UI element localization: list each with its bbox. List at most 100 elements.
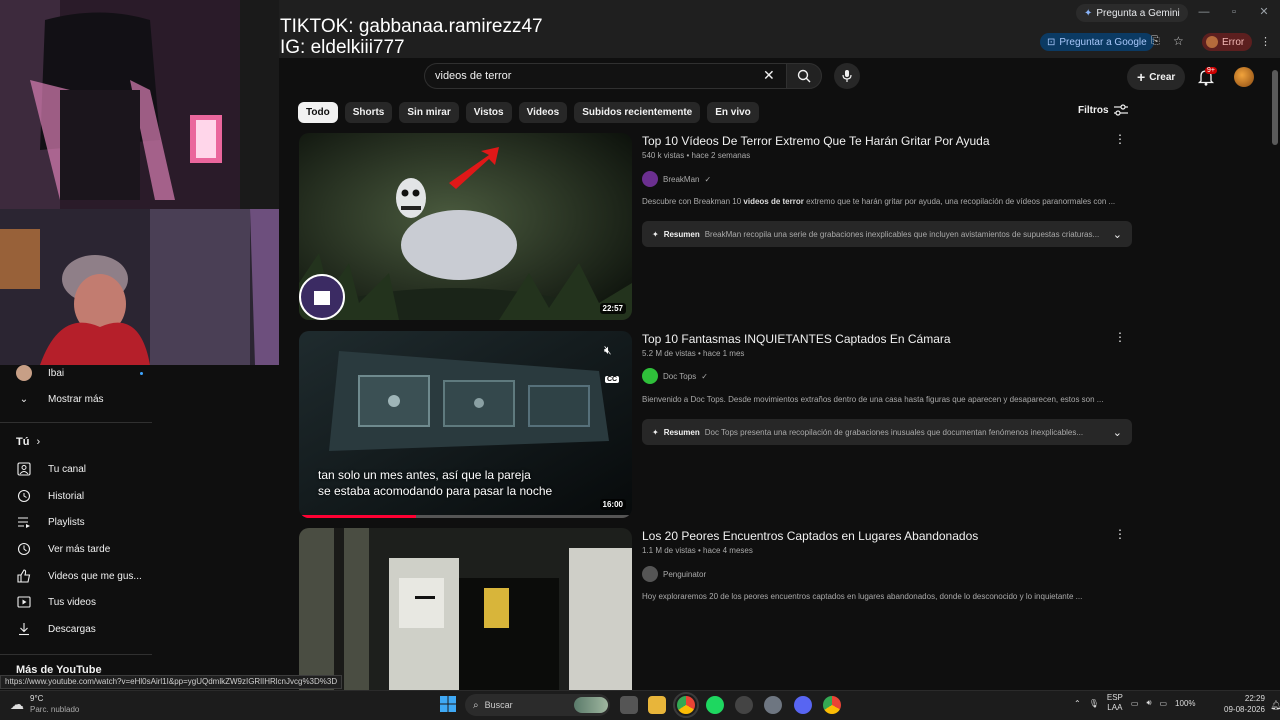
tray-overflow-icon[interactable]: ⌃ bbox=[1074, 699, 1081, 708]
chrome-menu-icon[interactable]: ⋮ bbox=[1260, 35, 1271, 48]
summary-text: BreakMan recopila una serie de grabacion… bbox=[704, 229, 1100, 239]
sidebar-item-ibai[interactable]: Ibai bbox=[16, 362, 144, 384]
chip-videos[interactable]: Videos bbox=[518, 102, 568, 123]
sidebar-you-heading[interactable]: Tú › bbox=[16, 436, 40, 448]
notifications-tray-icon[interactable]: 🔔︎ bbox=[1270, 700, 1280, 711]
filters-button[interactable]: Filtros bbox=[1078, 104, 1128, 116]
page-scrollbar[interactable] bbox=[1270, 60, 1280, 690]
scrollbar-thumb[interactable] bbox=[1272, 70, 1278, 145]
settings-gear-icon[interactable] bbox=[764, 696, 782, 714]
system-tray: ⌃ 🎙︎ ESP LAA ▭ 🔊︎ ▭ 100% bbox=[1074, 693, 1196, 713]
ai-summary-row[interactable]: ✦ Resumen BreakMan recopila una serie de… bbox=[642, 221, 1132, 247]
sidebar-item-historial[interactable]: Historial bbox=[16, 485, 84, 507]
chip-shorts[interactable]: Shorts bbox=[344, 102, 393, 123]
weather-temp: 9°C bbox=[30, 694, 44, 703]
search-input[interactable]: videos de terror bbox=[424, 63, 788, 89]
result-thumbnail-playing[interactable]: tan solo un mes antes, así que la pareja… bbox=[299, 331, 632, 518]
bookmark-star-icon[interactable]: ☆ bbox=[1173, 34, 1184, 48]
chevron-down-icon: ⌄ bbox=[1112, 228, 1122, 241]
mic-tray-icon[interactable]: 🎙︎ bbox=[1089, 699, 1099, 708]
battery-icon[interactable]: ▭ bbox=[1159, 699, 1167, 708]
more-actions-icon[interactable]: ⋮ bbox=[1114, 330, 1126, 344]
taskbar-search-label: Buscar bbox=[484, 700, 513, 710]
mute-icon[interactable]: 🔇︎ bbox=[604, 343, 612, 358]
voice-search-button[interactable] bbox=[834, 63, 860, 89]
create-button[interactable]: + Crear bbox=[1127, 64, 1186, 90]
channel-name: Penguinator bbox=[663, 569, 707, 579]
search-button[interactable] bbox=[786, 63, 822, 89]
verified-icon: ✓ bbox=[701, 371, 708, 381]
steam-icon[interactable] bbox=[735, 696, 753, 714]
search-highlight-image bbox=[574, 697, 608, 713]
weather-widget[interactable]: ☁ 9°C Parc. nublado bbox=[10, 693, 79, 715]
windows-start-icon[interactable] bbox=[440, 696, 456, 717]
chevron-right-icon: › bbox=[36, 436, 41, 448]
sidebar-item-label: Playlists bbox=[48, 516, 85, 528]
volume-icon[interactable]: 🔊︎ bbox=[1146, 698, 1151, 708]
result-channel[interactable]: Doc Tops ✓ bbox=[642, 368, 708, 384]
channel-avatar bbox=[642, 566, 658, 582]
result-description: Hoy exploraremos 20 de los peores encuen… bbox=[642, 592, 1083, 601]
install-app-icon[interactable]: ⎘ bbox=[1151, 35, 1160, 48]
sidebar-item-label: Tus videos bbox=[48, 596, 96, 608]
more-actions-icon[interactable]: ⋮ bbox=[1114, 527, 1126, 541]
result-title[interactable]: Top 10 Vídeos De Terror Extremo Que Te H… bbox=[642, 134, 990, 148]
close-window-icon[interactable]: ✕ bbox=[1254, 4, 1274, 20]
result-channel[interactable]: BreakMan ✓ bbox=[642, 171, 711, 187]
sidebar-item-descargas[interactable]: Descargas bbox=[16, 618, 96, 640]
chip-todo[interactable]: Todo bbox=[298, 102, 338, 123]
taskbar-clock[interactable]: 22:29 09-08-2026 bbox=[1224, 693, 1265, 715]
result-thumbnail[interactable]: 22:57 bbox=[299, 133, 632, 320]
sidebar-item-label: Ver más tarde bbox=[48, 543, 111, 555]
discord-icon[interactable] bbox=[794, 696, 812, 714]
result-meta: 1.1 M de vistas • hace 4 meses bbox=[642, 546, 753, 555]
result-thumbnail[interactable] bbox=[299, 528, 632, 690]
playback-progress-track[interactable] bbox=[299, 515, 632, 518]
sidebar-item-liked-videos[interactable]: Videos que me gus... bbox=[16, 565, 142, 587]
sidebar-item-ver-mas-tarde[interactable]: Ver más tarde bbox=[16, 538, 110, 560]
stream-overlay: TIKTOK: gabbanaa.ramirezz47 IG: eldelkii… bbox=[280, 16, 543, 58]
sparkle-icon: ✦ bbox=[652, 229, 659, 239]
gemini-button[interactable]: ✦ Pregunta a Gemini bbox=[1076, 4, 1188, 22]
result-title[interactable]: Los 20 Peores Encuentros Captados en Lug… bbox=[642, 529, 978, 543]
result-channel[interactable]: Penguinator bbox=[642, 566, 706, 582]
result-title[interactable]: Top 10 Fantasmas INQUIETANTES Captados E… bbox=[642, 332, 951, 346]
sidebar-item-tu-canal[interactable]: Tu canal bbox=[16, 458, 86, 480]
chrome-icon[interactable] bbox=[673, 692, 699, 718]
desc-text: Descubre con Breakman 10 bbox=[642, 197, 744, 206]
chip-sin-mirar[interactable]: Sin mirar bbox=[399, 102, 459, 123]
more-actions-icon[interactable]: ⋮ bbox=[1114, 132, 1126, 146]
weather-desc: Parc. nublado bbox=[30, 705, 80, 714]
chrome-profile-icon[interactable] bbox=[823, 696, 841, 714]
ai-summary-row[interactable]: ✦ Resumen Doc Tops presenta una recopila… bbox=[642, 419, 1132, 445]
webcam-room-scene bbox=[0, 0, 279, 209]
spotify-icon[interactable] bbox=[706, 696, 724, 714]
result-meta: 540 k vistas • hace 2 semanas bbox=[642, 151, 751, 160]
desc-text: extremo que te harán gritar por ayuda, u… bbox=[803, 197, 1116, 206]
sidebar-show-more[interactable]: ⌄ Mostrar más bbox=[16, 388, 104, 410]
channel-avatar bbox=[642, 171, 658, 187]
lang-layout: LAA bbox=[1107, 703, 1123, 712]
taskbar-search[interactable]: ⌕ Buscar bbox=[465, 694, 610, 716]
chip-subidos-recientemente[interactable]: Subidos recientemente bbox=[574, 102, 701, 123]
maximize-icon[interactable]: ▫ bbox=[1224, 4, 1244, 20]
chip-vistos[interactable]: Vistos bbox=[465, 102, 512, 123]
ask-google-button[interactable]: ⊡ Preguntar a Google bbox=[1040, 33, 1154, 51]
cc-button[interactable]: CC bbox=[605, 376, 620, 383]
clear-search-icon[interactable]: ✕ bbox=[763, 67, 775, 84]
status-bar-url: https://www.youtube.com/watch?v=eHl0sAir… bbox=[0, 675, 343, 689]
video-captions: tan solo un mes antes, así que la pareja… bbox=[318, 467, 552, 499]
file-explorer-icon[interactable] bbox=[648, 696, 666, 714]
result-description: Descubre con Breakman 10 videos de terro… bbox=[642, 197, 1115, 206]
minimize-icon[interactable]: — bbox=[1194, 4, 1214, 20]
profile-error-button[interactable]: Error bbox=[1202, 33, 1253, 51]
account-avatar[interactable] bbox=[1234, 67, 1254, 87]
filters-label: Filtros bbox=[1078, 104, 1109, 116]
sidebar-item-tus-videos[interactable]: Tus videos bbox=[16, 591, 96, 613]
chip-en-vivo[interactable]: En vivo bbox=[707, 102, 759, 123]
language-indicator[interactable]: ESP LAA bbox=[1107, 693, 1123, 713]
lang-code: ESP bbox=[1106, 693, 1123, 702]
task-view-icon[interactable] bbox=[620, 696, 638, 714]
network-icon[interactable]: ▭ bbox=[1131, 699, 1139, 708]
sidebar-item-playlists[interactable]: Playlists bbox=[16, 511, 85, 533]
